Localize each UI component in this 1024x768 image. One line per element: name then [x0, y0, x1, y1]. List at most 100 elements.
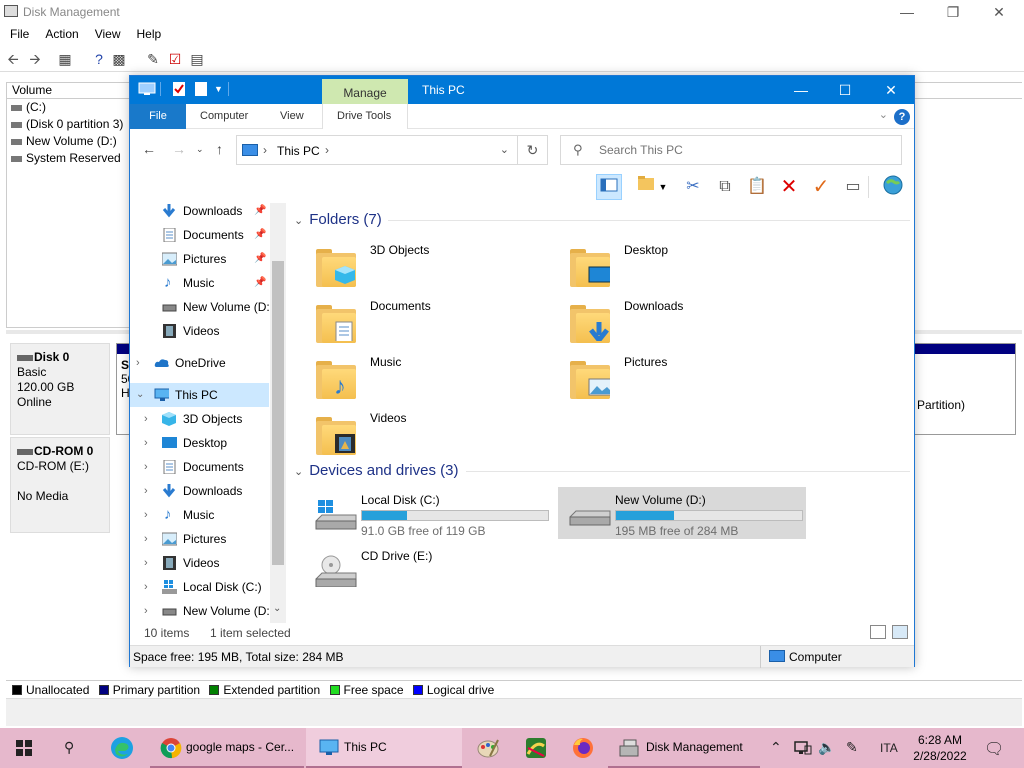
new-item-dropdown-icon[interactable]: ▼ [656, 174, 670, 200]
tab-view[interactable]: View [280, 104, 304, 129]
maximize-button[interactable]: ☐ [822, 80, 868, 100]
nav-local-disk-c[interactable]: › Local Disk (C:) [130, 575, 270, 599]
cdrom-0-label[interactable]: CD-ROM 0 CD-ROM (E:) No Media [10, 437, 110, 533]
address-dropdown-icon[interactable]: ⌄ [500, 143, 509, 156]
pin-icon[interactable]: 📌 [254, 223, 266, 247]
pin-icon[interactable]: 📌 [254, 247, 266, 271]
volume-column-header[interactable]: Volume [7, 83, 130, 99]
breadcrumb-this-pc[interactable]: This PC [277, 144, 320, 158]
taskbar-disk-management[interactable]: Disk Management [608, 728, 760, 768]
volume-row[interactable]: System Reserved [7, 150, 130, 167]
nav-quick-music[interactable]: ♪ Music 📌 [130, 271, 270, 295]
folder-pictures[interactable]: Pictures [568, 355, 808, 407]
up-arrow-icon[interactable]: ↑ [216, 141, 223, 157]
search-input[interactable] [599, 143, 879, 157]
nav-quick-downloads[interactable]: Downloads 📌 [130, 203, 270, 223]
pin-icon[interactable]: 📌 [254, 203, 266, 223]
expand-chevron-icon[interactable]: › [144, 599, 148, 623]
checkmark-icon[interactable]: ✓ [808, 174, 834, 200]
manage-contextual-tab[interactable]: Manage [322, 79, 408, 104]
pen-icon[interactable]: ✎ [846, 739, 858, 756]
taskbar-maps-app[interactable] [512, 728, 560, 768]
settings-panel-icon[interactable]: ▤ [188, 50, 206, 68]
breadcrumb-chevron-icon[interactable]: › [325, 143, 329, 157]
collapse-chevron-icon[interactable]: ⌄ [136, 383, 144, 407]
taskbar-firefox[interactable] [560, 728, 606, 768]
cut-icon[interactable]: ✂ [680, 174, 706, 200]
disk-0-label[interactable]: Disk 0 Basic 120.00 GB Online [10, 343, 110, 435]
customize-quick-access-icon[interactable]: ▼ [214, 84, 223, 100]
clock[interactable]: 6:28 AM 2/28/2022 [904, 732, 976, 764]
expand-chevron-icon[interactable]: › [144, 407, 148, 431]
expand-chevron-icon[interactable]: › [144, 551, 148, 575]
nav-new-volume-d[interactable]: › New Volume (D: [130, 599, 270, 623]
address-bar[interactable]: › This PC › ⌄ [236, 135, 518, 165]
globe-network-icon[interactable] [880, 174, 906, 200]
volume-row[interactable]: (C:) [7, 99, 130, 116]
refresh-button[interactable]: ↻ [518, 135, 548, 165]
minimize-button[interactable]: — [884, 2, 930, 22]
folder-desktop[interactable]: Desktop [568, 243, 808, 295]
scroll-down-icon[interactable]: ⌄ [273, 603, 281, 614]
volume-icon[interactable]: 🔈 [818, 739, 835, 756]
properties-checkmark-icon[interactable] [172, 81, 186, 97]
expand-chevron-icon[interactable]: › [144, 431, 148, 455]
pin-icon[interactable]: 📌 [254, 271, 266, 295]
expand-chevron-icon[interactable]: › [136, 351, 140, 375]
scrollbar-thumb[interactable] [272, 261, 284, 565]
drive-cd-e[interactable]: CD Drive (E:) [304, 543, 552, 595]
drives-group-header[interactable]: ⌄ Devices and drives (3) [294, 462, 910, 479]
collapse-chevron-icon[interactable]: ⌄ [294, 215, 303, 227]
checklist-icon[interactable]: ☑ [166, 50, 184, 68]
navigation-scrollbar[interactable]: ⌄ [270, 203, 286, 623]
nav-documents[interactable]: › Documents [130, 455, 270, 479]
folder-videos[interactable]: Videos [314, 411, 554, 463]
paste-icon[interactable]: 📋 [744, 174, 770, 200]
rename-icon[interactable]: ▭ [840, 174, 866, 200]
nav-videos[interactable]: › Videos [130, 551, 270, 575]
volume-row[interactable]: New Volume (D:) [7, 133, 130, 150]
minimize-button[interactable]: — [778, 80, 824, 100]
tab-computer[interactable]: Computer [200, 104, 248, 129]
panel-icon[interactable]: ▩ [110, 50, 128, 68]
expand-chevron-icon[interactable]: › [144, 575, 148, 599]
folder-documents[interactable]: Documents [314, 299, 554, 351]
drive-new-volume-d[interactable]: New Volume (D:) 195 MB free of 284 MB [558, 487, 806, 539]
expand-chevron-icon[interactable]: › [144, 527, 148, 551]
recent-locations-chevron-icon[interactable]: ⌄ [196, 144, 204, 155]
forward-arrow-icon[interactable]: 🡪 [26, 50, 44, 68]
nav-quick-videos[interactable]: Videos [130, 319, 270, 343]
expand-chevron-icon[interactable]: › [144, 455, 148, 479]
nav-quick-new-volume[interactable]: New Volume (D: [130, 295, 270, 319]
delete-icon[interactable]: ✕ [776, 174, 802, 200]
nav-desktop[interactable]: › Desktop [130, 431, 270, 455]
folder-3d-objects[interactable]: 3D Objects [314, 243, 554, 295]
folders-group-header[interactable]: ⌄ Folders (7) [294, 211, 910, 228]
notifications-icon[interactable]: 🗨 [984, 739, 1004, 759]
folder-music[interactable]: ♪ Music [314, 355, 554, 407]
search-button[interactable]: ⚲ [48, 728, 96, 768]
taskbar-paint[interactable] [464, 728, 512, 768]
taskbar-edge[interactable] [98, 728, 148, 768]
start-button[interactable] [0, 728, 48, 768]
menu-action[interactable]: Action [35, 24, 84, 44]
breadcrumb-chevron-icon[interactable]: › [263, 143, 267, 157]
properties-icon[interactable]: ▦ [56, 50, 74, 68]
preview-pane-button[interactable] [596, 174, 622, 200]
volume-row[interactable]: (Disk 0 partition 3) [7, 116, 130, 133]
nav-3d-objects[interactable]: › 3D Objects [130, 407, 270, 431]
details-view-icon[interactable] [870, 625, 886, 639]
collapse-chevron-icon[interactable]: ⌄ [294, 466, 303, 478]
menu-file[interactable]: File [0, 24, 35, 44]
back-arrow-icon[interactable]: 🡨 [4, 50, 22, 68]
nav-downloads[interactable]: › Downloads [130, 479, 270, 503]
expand-ribbon-chevron-icon[interactable]: ⌄ [879, 108, 888, 121]
show-hidden-icons-chevron-icon[interactable]: ⌃ [770, 739, 782, 756]
new-folder-icon[interactable] [194, 81, 208, 97]
close-button[interactable]: ✕ [868, 80, 914, 100]
nav-this-pc[interactable]: ⌄ This PC [130, 383, 269, 407]
nav-music[interactable]: › ♪ Music [130, 503, 270, 527]
network-icon[interactable] [794, 740, 812, 756]
restore-button[interactable]: ❐ [930, 2, 976, 22]
search-box[interactable]: ⚲ [560, 135, 902, 165]
